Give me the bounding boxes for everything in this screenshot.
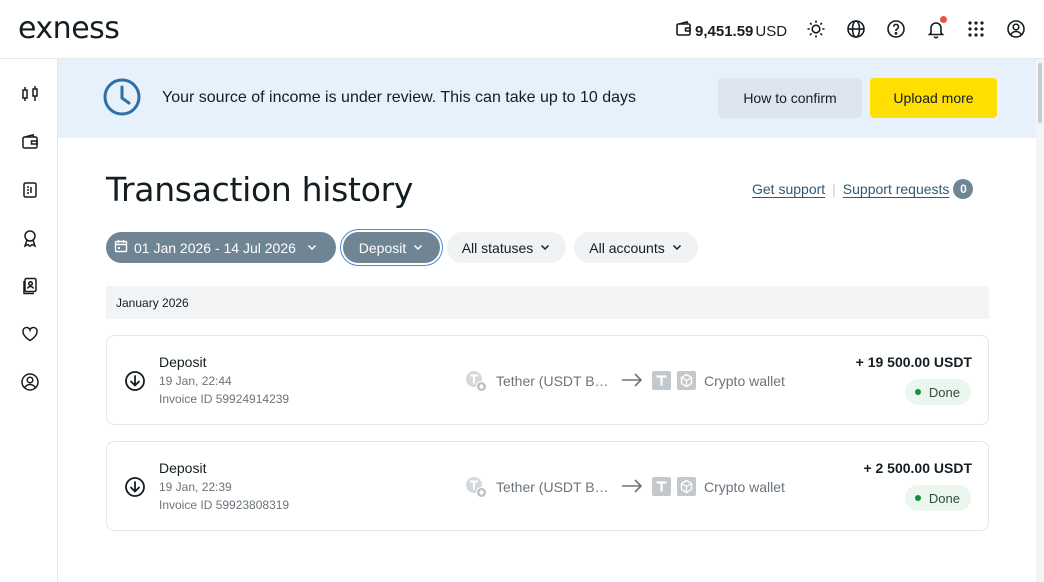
rewards-icon[interactable]	[18, 226, 42, 250]
how-to-confirm-button[interactable]: How to confirm	[718, 78, 862, 118]
transaction-type-filter[interactable]: Deposit	[343, 232, 440, 263]
support-requests-link[interactable]: Support requests	[843, 181, 950, 197]
source-method: Tether (USDT BEP20)	[496, 373, 612, 389]
tether-icon	[465, 370, 489, 399]
crypto-wallet-icon	[677, 477, 696, 501]
tether-icon	[465, 476, 489, 505]
user-icon[interactable]	[1005, 18, 1027, 40]
top-header: exness 9,451.59 USD	[0, 0, 1044, 59]
balance-currency: USD	[755, 22, 788, 40]
clock-icon	[102, 77, 142, 122]
scrollbar-thumb[interactable]	[1038, 63, 1042, 123]
crypto-wallet-icon	[677, 371, 696, 395]
transaction-type: Deposit	[159, 460, 207, 476]
balance-display[interactable]: 9,451.59 USD	[675, 20, 787, 42]
deposit-arrow-icon	[124, 370, 146, 397]
profile-icon[interactable]	[18, 370, 42, 394]
transaction-time: 19 Jan, 22:44	[159, 374, 232, 388]
exness-logo[interactable]: exness	[18, 11, 120, 46]
get-support-link[interactable]: Get support	[752, 181, 825, 197]
invoice-id: Invoice ID 59924914239	[159, 392, 290, 406]
status-filter[interactable]: All statuses	[447, 232, 566, 263]
invoice-id: Invoice ID 59923808319	[159, 498, 290, 512]
transaction-amount: + 2 500.00 USDT	[863, 460, 972, 476]
arrow-right-icon	[621, 476, 643, 501]
accounts-filter-label: All accounts	[589, 239, 665, 256]
status-label: Done	[928, 490, 960, 506]
status-filter-label: All statuses	[461, 239, 534, 256]
globe-icon[interactable]	[845, 18, 867, 40]
transaction-type: Deposit	[159, 354, 207, 370]
income-review-banner: Your source of income is under review. T…	[58, 59, 1036, 138]
transaction-amount: + 19 500.00 USDT	[855, 354, 972, 370]
date-range-filter[interactable]: 01 Jan 2026 - 14 Jul 2026	[106, 232, 336, 263]
date-range-label: 01 Jan 2026 - 14 Jul 2026	[134, 239, 296, 256]
destination-account: Crypto wallet	[704, 373, 785, 389]
chevron-down-icon	[671, 240, 683, 256]
status-dot	[914, 389, 921, 395]
banner-message: Your source of income is under review. T…	[162, 89, 637, 106]
tether-icon	[652, 371, 671, 395]
transaction-row[interactable]: Deposit 19 Jan, 22:39 Invoice ID 5992380…	[106, 441, 989, 531]
chevron-down-icon	[539, 240, 551, 256]
sun-icon[interactable]	[805, 18, 827, 40]
status-dot	[914, 495, 921, 501]
wallet-icon[interactable]	[18, 130, 42, 154]
reports-icon[interactable]	[18, 178, 42, 202]
copy-trading-icon[interactable]	[18, 274, 42, 298]
scrollbar-track[interactable]	[1036, 59, 1044, 582]
chevron-down-icon	[412, 240, 424, 256]
calendar-icon	[114, 239, 128, 256]
destination-account: Crypto wallet	[704, 479, 785, 495]
left-sidebar	[0, 59, 58, 582]
accounts-filter[interactable]: All accounts	[574, 232, 698, 263]
support-links: Get support | Support requests 0	[752, 179, 974, 199]
link-separator: |	[832, 181, 836, 197]
transaction-time: 19 Jan, 22:39	[159, 480, 232, 494]
favorites-icon[interactable]	[18, 322, 42, 346]
deposit-arrow-icon	[124, 476, 146, 503]
support-requests-count-badge: 0	[953, 179, 974, 199]
help-icon[interactable]	[885, 18, 907, 40]
upload-more-button[interactable]: Upload more	[870, 78, 997, 118]
status-label: Done	[928, 384, 960, 400]
status-badge: Done	[904, 485, 971, 511]
notification-dot	[940, 16, 947, 23]
chevron-down-icon	[306, 240, 318, 256]
bell-icon[interactable]	[925, 16, 947, 40]
status-badge: Done	[904, 379, 971, 405]
source-method: Tether (USDT BEP20)	[496, 479, 612, 495]
transaction-row[interactable]: Deposit 19 Jan, 22:44 Invoice ID 5992491…	[106, 335, 989, 425]
apps-grid-icon[interactable]	[965, 18, 987, 40]
arrow-right-icon	[621, 370, 643, 395]
transaction-type-label: Deposit	[358, 239, 407, 256]
month-group-header: January 2026	[106, 286, 989, 319]
wallet-icon	[675, 20, 693, 42]
balance-amount: 9,451.59	[695, 22, 754, 40]
page-title: Transaction history	[106, 170, 414, 209]
trading-icon[interactable]	[18, 82, 42, 106]
tether-icon	[652, 477, 671, 501]
